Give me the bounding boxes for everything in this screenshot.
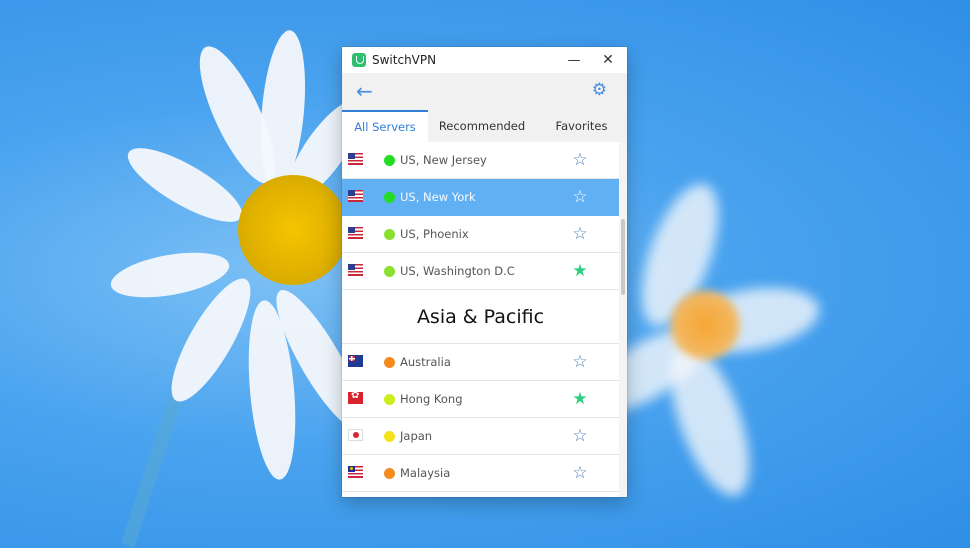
server-list: US, New Jersey ☆ US, New York ☆ US, Phoe… xyxy=(342,142,619,497)
flower-center xyxy=(670,290,740,360)
status-dot xyxy=(384,357,395,368)
server-name: US, Phoenix xyxy=(400,227,469,241)
switchvpn-logo-icon xyxy=(352,53,366,67)
star-outline-icon[interactable]: ☆ xyxy=(571,188,589,206)
star-outline-icon[interactable]: ☆ xyxy=(571,427,589,445)
minimize-button[interactable]: — xyxy=(557,47,591,73)
server-row-hong-kong[interactable]: Hong Kong ★ xyxy=(342,381,619,418)
server-row-australia[interactable]: Australia ☆ xyxy=(342,344,619,381)
malaysia-flag-icon xyxy=(348,466,363,478)
server-row-us-washington[interactable]: US, Washington D.C ★ xyxy=(342,253,619,290)
petal xyxy=(107,244,233,306)
status-dot xyxy=(384,266,395,277)
status-dot xyxy=(384,468,395,479)
hong-kong-flag-icon xyxy=(348,390,363,404)
flower-center xyxy=(238,175,348,285)
australia-flag-icon xyxy=(348,355,363,367)
star-outline-icon[interactable]: ☆ xyxy=(571,464,589,482)
tab-recommended[interactable]: Recommended xyxy=(428,110,536,142)
us-flag-icon xyxy=(348,227,363,239)
server-name: Australia xyxy=(400,355,451,369)
server-row-us-phoenix[interactable]: US, Phoenix ☆ xyxy=(342,216,619,253)
server-name: Malaysia xyxy=(400,466,451,480)
us-flag-icon xyxy=(348,190,363,202)
status-dot xyxy=(384,394,395,405)
gear-icon[interactable]: ⚙ xyxy=(592,81,607,99)
server-row-malaysia[interactable]: Malaysia ☆ xyxy=(342,455,619,492)
star-filled-icon[interactable]: ★ xyxy=(571,262,589,280)
server-row-japan[interactable]: Japan ☆ xyxy=(342,418,619,455)
toolbar: ← ⚙ xyxy=(342,73,627,110)
server-name: US, New York xyxy=(400,190,476,204)
server-tabs: All Servers Recommended Favorites xyxy=(342,110,627,142)
server-list-scrollbar[interactable] xyxy=(619,142,627,497)
star-outline-icon[interactable]: ☆ xyxy=(571,151,589,169)
us-flag-icon xyxy=(348,264,363,276)
server-row-us-new-jersey[interactable]: US, New Jersey ☆ xyxy=(342,142,619,179)
tab-all-servers[interactable]: All Servers xyxy=(342,110,428,142)
scrollbar-thumb[interactable] xyxy=(621,219,625,295)
server-row-us-new-york[interactable]: US, New York ☆ xyxy=(342,179,619,216)
status-dot xyxy=(384,431,395,442)
server-name: US, Washington D.C xyxy=(400,264,515,278)
star-filled-icon[interactable]: ★ xyxy=(571,390,589,408)
star-outline-icon[interactable]: ☆ xyxy=(571,225,589,243)
us-flag-icon xyxy=(348,153,363,165)
star-outline-icon[interactable]: ☆ xyxy=(571,353,589,371)
tab-favorites[interactable]: Favorites xyxy=(536,110,627,142)
server-name: Japan xyxy=(400,429,433,443)
section-header-asia-pacific: Asia & Pacific xyxy=(342,290,619,344)
status-dot xyxy=(384,229,395,240)
title-bar: SwitchVPN — ✕ xyxy=(342,47,627,73)
status-dot xyxy=(384,155,395,166)
close-button[interactable]: ✕ xyxy=(591,47,625,73)
server-name: Hong Kong xyxy=(400,392,463,406)
server-name: US, New Jersey xyxy=(400,153,487,167)
window-title: SwitchVPN xyxy=(372,53,437,67)
back-arrow-icon[interactable]: ← xyxy=(356,81,376,101)
status-dot xyxy=(384,192,395,203)
vpn-window: SwitchVPN — ✕ ← ⚙ All Servers Recommende… xyxy=(342,47,627,497)
japan-flag-icon xyxy=(348,429,363,441)
